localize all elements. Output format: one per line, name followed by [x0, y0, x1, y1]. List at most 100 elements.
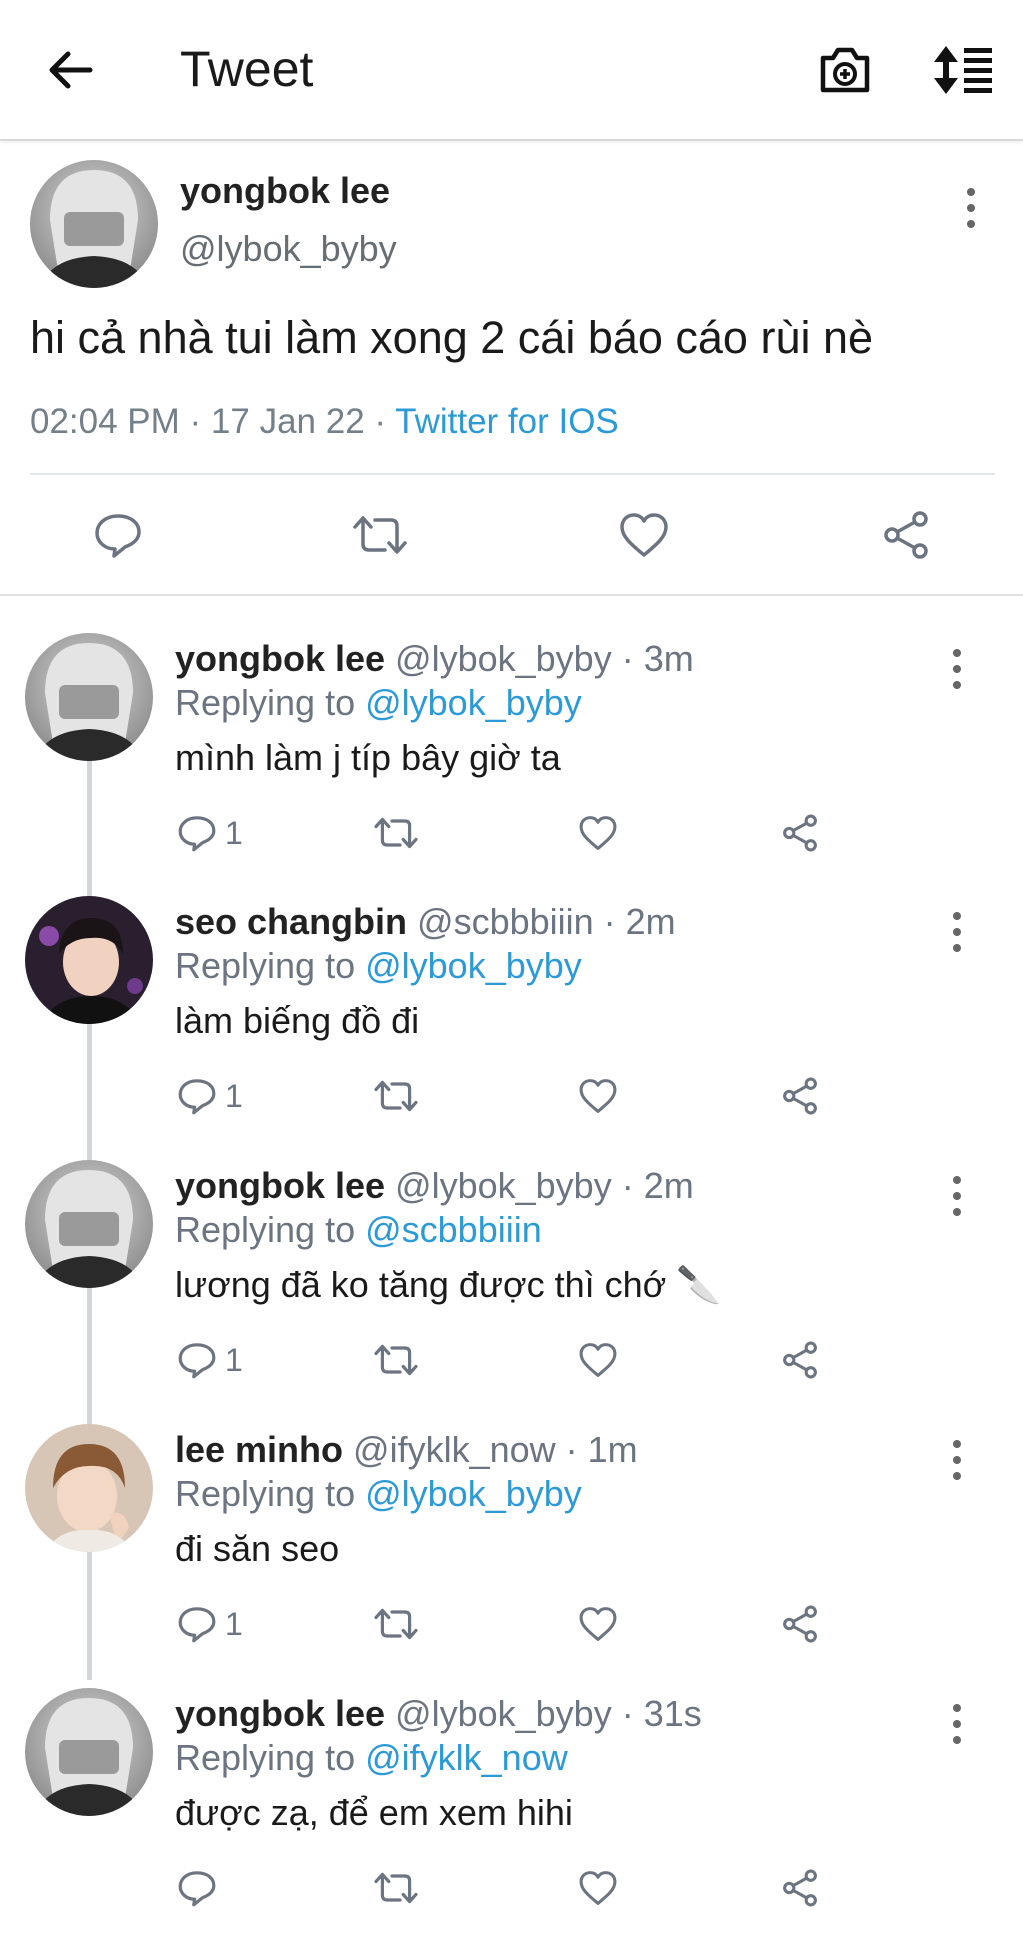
avatar[interactable]: [25, 896, 153, 1024]
avatar[interactable]: [25, 633, 153, 761]
handle-time: @ifyklk_now · 1m: [343, 1429, 638, 1470]
tweet-timestamp: 02:04 PM · 17 Jan 22 ·: [30, 402, 396, 441]
more-options-icon[interactable]: [947, 1174, 967, 1218]
replying-to-link[interactable]: @lybok_byby: [365, 1473, 582, 1514]
retweet-button[interactable]: [372, 1599, 420, 1649]
retweet-button[interactable]: [372, 1071, 420, 1121]
more-options-icon[interactable]: [947, 1702, 967, 1746]
section-divider: [0, 594, 1023, 596]
replying-label: Replying to: [175, 945, 366, 986]
handle-time: @scbbbiiin · 2m: [407, 901, 676, 942]
screenshot-button[interactable]: [815, 42, 875, 98]
sort-icon: [934, 46, 992, 94]
avatar[interactable]: [25, 1160, 153, 1288]
reply-tweet[interactable]: yongbok lee @lybok_byby · 2m Replying to…: [0, 1160, 1023, 1424]
author-name[interactable]: seo changbin: [175, 901, 407, 942]
reply-button[interactable]: 1: [177, 1071, 243, 1121]
author-handle[interactable]: @lybok_byby: [180, 228, 397, 270]
replying-to-link[interactable]: @lybok_byby: [365, 945, 582, 986]
reply-icon: [178, 1871, 216, 1907]
reply-text: làm biếng đồ đi: [175, 1000, 420, 1041]
retweet-button[interactable]: [372, 1863, 420, 1913]
avatar[interactable]: [30, 160, 158, 288]
reply-icon: [178, 1607, 216, 1643]
share-button[interactable]: [780, 1335, 820, 1385]
camera-icon: [820, 47, 870, 93]
author-name[interactable]: yongbok lee: [180, 170, 390, 212]
reply-count: 1: [225, 1605, 243, 1642]
reply-tweet[interactable]: yongbok lee @lybok_byby · 31s Replying t…: [0, 1688, 1023, 1952]
reply-header: yongbok lee @lybok_byby · 31s: [175, 1693, 702, 1735]
more-options-icon[interactable]: [947, 910, 967, 954]
more-options-icon[interactable]: [947, 647, 967, 691]
retweet-icon: [374, 1872, 418, 1904]
share-icon: [884, 511, 928, 559]
reply-button[interactable]: 1: [177, 808, 243, 858]
share-button[interactable]: [780, 1863, 820, 1913]
share-button[interactable]: [780, 1071, 820, 1121]
retweet-button[interactable]: [348, 505, 412, 565]
like-button[interactable]: [614, 505, 674, 565]
reply-tweet[interactable]: seo changbin @scbbbiiin · 2m Replying to…: [0, 896, 1023, 1160]
like-button[interactable]: [578, 1335, 618, 1385]
back-button[interactable]: [40, 45, 100, 95]
divider: [30, 473, 995, 475]
top-app-bar: Tweet: [0, 0, 1023, 141]
reply-icon: [178, 1343, 216, 1379]
share-button[interactable]: [876, 505, 936, 565]
share-icon: [783, 814, 817, 852]
more-options-icon[interactable]: [961, 186, 981, 230]
handle-time: @lybok_byby · 31s: [385, 1693, 702, 1734]
reply-button[interactable]: [88, 505, 148, 565]
reply-icon: [95, 514, 141, 558]
reply-button[interactable]: 1: [177, 1335, 243, 1385]
reply-text: lương đã ko tăng được thì chớ 🔪: [175, 1264, 722, 1305]
author-name[interactable]: lee minho: [175, 1429, 343, 1470]
author-name[interactable]: yongbok lee: [175, 1165, 385, 1206]
heart-icon: [620, 513, 668, 557]
reply-icon: [178, 1079, 216, 1115]
share-button[interactable]: [780, 1599, 820, 1649]
reply-count: 1: [225, 1341, 243, 1378]
avatar[interactable]: [25, 1424, 153, 1552]
heart-icon: [579, 816, 617, 850]
reply-icon: [178, 816, 216, 852]
retweet-icon: [374, 817, 418, 849]
heart-icon: [579, 1343, 617, 1377]
like-button[interactable]: [578, 1863, 618, 1913]
like-button[interactable]: [578, 808, 618, 858]
reply-tweet[interactable]: yongbok lee @lybok_byby · 3m Replying to…: [0, 633, 1023, 897]
replying-to: Replying to @scbbbiiin: [175, 1209, 542, 1251]
author-name[interactable]: yongbok lee: [175, 638, 385, 679]
retweet-icon: [374, 1080, 418, 1112]
tweet-meta: 02:04 PM · 17 Jan 22 · Twitter for IOS: [30, 402, 619, 442]
like-button[interactable]: [578, 1599, 618, 1649]
replying-to-link[interactable]: @lybok_byby: [365, 682, 582, 723]
reply-header: seo changbin @scbbbiiin · 2m: [175, 901, 676, 943]
handle-time: @lybok_byby · 2m: [385, 1165, 694, 1206]
sort-button[interactable]: [928, 42, 998, 98]
tweet-source-link[interactable]: Twitter for IOS: [395, 402, 619, 441]
replying-to-link[interactable]: @ifyklk_now: [365, 1737, 568, 1778]
share-button[interactable]: [780, 808, 820, 858]
replying-label: Replying to: [175, 1473, 366, 1514]
retweet-button[interactable]: [372, 1335, 420, 1385]
replying-label: Replying to: [175, 682, 366, 723]
author-name[interactable]: yongbok lee: [175, 1693, 385, 1734]
reply-header: yongbok lee @lybok_byby · 2m: [175, 1165, 694, 1207]
reply-header: lee minho @ifyklk_now · 1m: [175, 1429, 638, 1471]
reply-button[interactable]: 1: [177, 1599, 243, 1649]
replying-to-link[interactable]: @scbbbiiin: [365, 1209, 542, 1250]
share-icon: [783, 1605, 817, 1643]
page-title: Tweet: [180, 41, 314, 97]
like-button[interactable]: [578, 1071, 618, 1121]
heart-icon: [579, 1871, 617, 1905]
reply-text: mình làm j típ bây giờ ta: [175, 737, 561, 778]
avatar[interactable]: [25, 1688, 153, 1816]
reply-tweet[interactable]: lee minho @ifyklk_now · 1m Replying to @…: [0, 1424, 1023, 1688]
reply-actions: 1: [175, 1335, 835, 1385]
retweet-button[interactable]: [372, 808, 420, 858]
retweet-icon: [353, 516, 407, 554]
more-options-icon[interactable]: [947, 1438, 967, 1482]
reply-button[interactable]: [177, 1863, 225, 1913]
